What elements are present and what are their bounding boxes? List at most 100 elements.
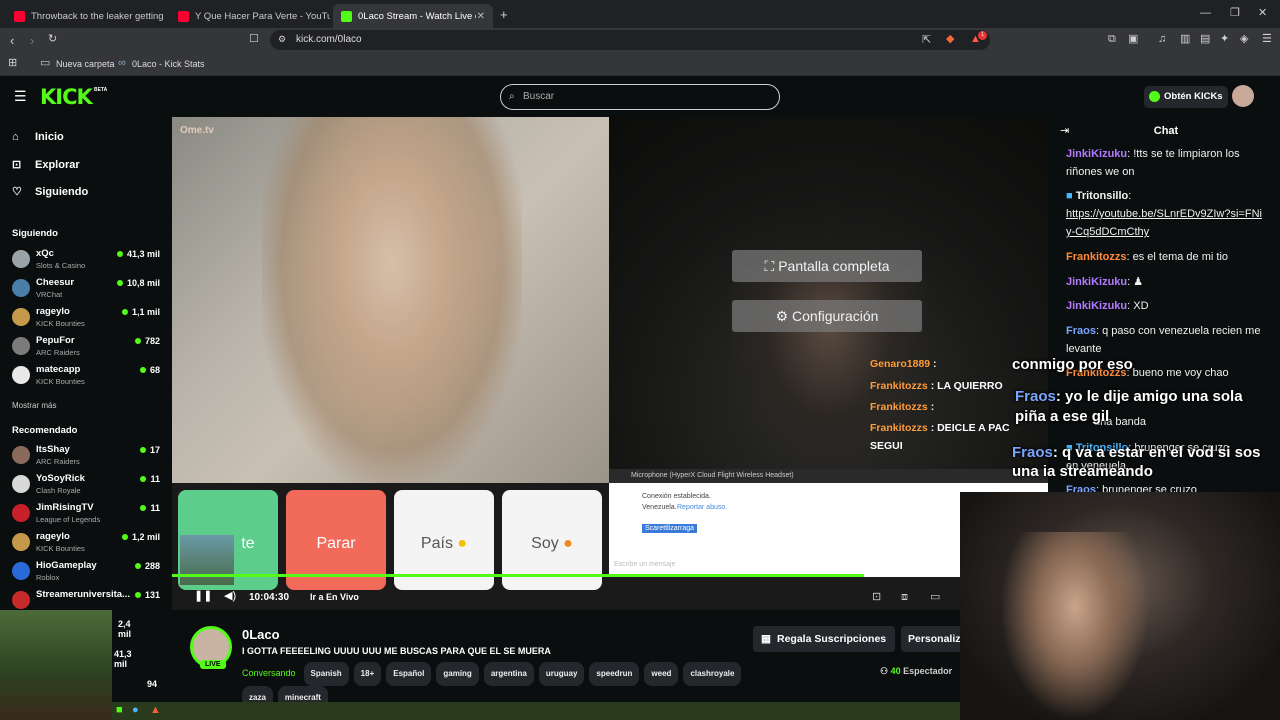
chat-message: JinkiKizuku: !tts se te limpiaron los ri… bbox=[1066, 148, 1240, 178]
minimize-icon[interactable]: — bbox=[1200, 8, 1211, 19]
sidebar-channel[interactable]: JimRisingTV League of Legends 11 bbox=[12, 501, 160, 527]
sidebar-channel[interactable]: YoSoyRick Clash Royale 11 bbox=[12, 472, 160, 498]
stream-tag[interactable]: speedrun bbox=[589, 662, 640, 686]
apps-icon[interactable]: ⊞ bbox=[8, 58, 17, 69]
forward-icon[interactable]: › bbox=[30, 34, 34, 47]
search-input[interactable]: ⌕ Buscar bbox=[500, 84, 780, 110]
close-icon[interactable]: ✕ bbox=[477, 11, 485, 22]
sidebar-channel[interactable]: rageylo KICK Bounties 1,1 mil bbox=[12, 305, 160, 331]
stream-tag[interactable]: Spanish bbox=[303, 662, 349, 686]
settings-overlay-button[interactable]: ⚙ Configuración bbox=[732, 300, 922, 332]
channel-viewers: 68 bbox=[140, 365, 160, 375]
gift-subs-button[interactable]: ▦ Regala Suscripciones bbox=[753, 626, 895, 652]
video-progress-bar[interactable] bbox=[172, 574, 1048, 577]
stream-tag[interactable]: weed bbox=[644, 662, 679, 686]
nav-following[interactable]: ♡ Siguiendo bbox=[12, 185, 88, 199]
sidebar-channel[interactable]: xQc Slots & Casino 41,3 mil bbox=[12, 247, 160, 273]
show-more-link[interactable]: Mostrar más bbox=[12, 401, 56, 410]
overlay-chat-msg: : bbox=[933, 358, 937, 370]
chat-user[interactable]: JinkiKizuku bbox=[1066, 148, 1127, 160]
reload-icon[interactable]: ↻ bbox=[48, 34, 57, 45]
channel-name: rageylo bbox=[36, 306, 70, 317]
brave-shield-icon[interactable]: ◆ bbox=[946, 34, 954, 45]
ome-report-link[interactable]: Reportar abuso. bbox=[677, 504, 727, 511]
streamer-webcam bbox=[960, 492, 1280, 720]
close-window-icon[interactable]: ✕ bbox=[1258, 8, 1267, 19]
channel-name: YoSoyRick bbox=[36, 473, 85, 484]
sidebar-channel[interactable]: matecapp KICK Bounties 68 bbox=[12, 363, 160, 389]
video-player[interactable]: Ome.tv Microphone (HyperX Cloud Flight W… bbox=[172, 117, 1048, 610]
ome-message-input[interactable]: Escribe un mensaje bbox=[614, 561, 675, 568]
hamburger-menu-icon[interactable]: ☰ bbox=[14, 89, 27, 103]
chat-user[interactable]: JinkiKizuku bbox=[1066, 276, 1127, 288]
stream-tag[interactable]: 18+ bbox=[353, 662, 382, 686]
stream-tag[interactable]: gaming bbox=[436, 662, 479, 686]
ome-button-label: Soy bbox=[531, 535, 559, 552]
music-icon[interactable]: ♫ bbox=[1158, 34, 1166, 45]
pip-icon[interactable]: ⧈ bbox=[901, 592, 908, 603]
browser-tab-1[interactable]: Throwback to the leaker getting arre bbox=[6, 4, 166, 28]
fullscreen-overlay-button[interactable]: ⛶ Pantalla completa bbox=[732, 250, 922, 282]
sidebar-channel[interactable]: HioGameplay Roblox 288 bbox=[12, 559, 160, 585]
stream-tag[interactable]: uruguay bbox=[538, 662, 585, 686]
kick-icon[interactable]: ■ bbox=[116, 705, 123, 716]
chat-message: JinkiKizuku: ♟ bbox=[1066, 276, 1144, 288]
wallet-icon[interactable]: ▤ bbox=[1200, 34, 1210, 45]
channel-viewers: 131 bbox=[135, 590, 160, 600]
chat-user[interactable]: Frankitozzs bbox=[1066, 251, 1127, 263]
screenshot-icon[interactable]: ▣ bbox=[1128, 34, 1138, 45]
theater-icon[interactable]: ▭ bbox=[930, 592, 940, 603]
nav-home[interactable]: ⌂ Inicio bbox=[12, 131, 64, 143]
viewers-icon: ⚇ bbox=[880, 666, 891, 676]
back-icon[interactable]: ‹ bbox=[10, 34, 14, 47]
bookmark-link[interactable]: 0Laco - Kick Stats bbox=[132, 59, 205, 69]
overlay-chat-msg: : LA QUIERRO bbox=[930, 380, 1003, 392]
channel-name: Streameruniversita... bbox=[36, 589, 130, 600]
overlay-chat-line: Frankitozzs : bbox=[870, 401, 934, 413]
category-link[interactable]: Conversando bbox=[242, 668, 296, 678]
extensions-icon[interactable]: ⧉ bbox=[1108, 34, 1116, 45]
go-live-link[interactable]: Ir a En Vivo bbox=[310, 592, 359, 602]
chat-message: Frankitozzs: es el tema de mi tio bbox=[1066, 251, 1229, 263]
leo-icon[interactable]: ✦ bbox=[1220, 34, 1229, 45]
chat-user[interactable]: Fraos bbox=[1066, 325, 1096, 337]
brave-icon[interactable]: ▲ bbox=[150, 705, 161, 716]
chat-message: Fraos: q paso con venezuela recien me le… bbox=[1066, 325, 1261, 355]
sidebar-channel[interactable]: rageylo KICK Bounties 1,2 mil bbox=[12, 530, 160, 556]
chat-user[interactable]: JinkiKizuku bbox=[1066, 300, 1127, 312]
kick-logo[interactable]: KICK bbox=[40, 85, 93, 109]
discord-icon[interactable]: ● bbox=[132, 705, 139, 716]
pause-icon[interactable]: ❚❚ bbox=[194, 591, 212, 602]
stream-tag[interactable]: clashroyale bbox=[683, 662, 742, 686]
new-tab-icon[interactable]: + bbox=[500, 8, 508, 21]
nav-explore[interactable]: ⊡ Explorar bbox=[12, 158, 80, 172]
volume-icon[interactable]: ◀) bbox=[224, 591, 236, 602]
restore-icon[interactable]: ❐ bbox=[1230, 8, 1240, 19]
get-kicks-button[interactable]: Obtén KICKs bbox=[1144, 86, 1228, 108]
sidebar-channel[interactable]: PepuFor ARC Raiders 782 bbox=[12, 334, 160, 360]
stream-tag[interactable]: Español bbox=[386, 662, 432, 686]
share-icon[interactable]: ⇱ bbox=[922, 35, 931, 46]
browser-tab-2[interactable]: Y Que Hacer Para Verte - YouTube bbox=[170, 4, 330, 28]
bookmark-icon[interactable]: ☐ bbox=[249, 34, 259, 45]
chat-user[interactable]: Tritonsillo bbox=[1076, 190, 1129, 202]
sidebar-channel[interactable]: Cheesur VRChat 10,8 mil bbox=[12, 276, 160, 302]
site-info-icon[interactable]: ⚙ bbox=[278, 35, 286, 44]
sidebar-channel[interactable]: ItsShay ARC Raiders 17 bbox=[12, 443, 160, 469]
clip-icon[interactable]: ⊡ bbox=[872, 592, 881, 603]
personalize-label: Personaliz bbox=[908, 633, 961, 645]
bookmark-folder[interactable]: Nueva carpeta bbox=[56, 59, 115, 69]
kicks-coin-icon bbox=[1149, 91, 1160, 102]
browser-tab-3[interactable]: 0Laco Stream - Watch Live on ✕ bbox=[333, 4, 493, 28]
chat-link[interactable]: https://youtube.be/SLnrEDv9ZIw?si=FNiy-C… bbox=[1066, 208, 1262, 238]
url-input[interactable]: ⚙ kick.com/0laco ⇱ ◆ ▲ 1 bbox=[270, 30, 990, 50]
user-avatar[interactable] bbox=[1232, 85, 1254, 107]
menu-icon[interactable]: ☰ bbox=[1262, 34, 1272, 45]
sidebar-icon[interactable]: ▥ bbox=[1180, 34, 1190, 45]
vpn-icon[interactable]: ◈ bbox=[1240, 34, 1248, 45]
overlay-chat-msg: : DEICLE A PAC bbox=[930, 422, 1010, 434]
gift-icon: ▦ bbox=[761, 633, 771, 645]
stream-tag[interactable]: argentina bbox=[483, 662, 534, 686]
channel-name[interactable]: 0Laco bbox=[242, 627, 280, 642]
overlay-chat-line: SEGUI bbox=[870, 440, 903, 452]
